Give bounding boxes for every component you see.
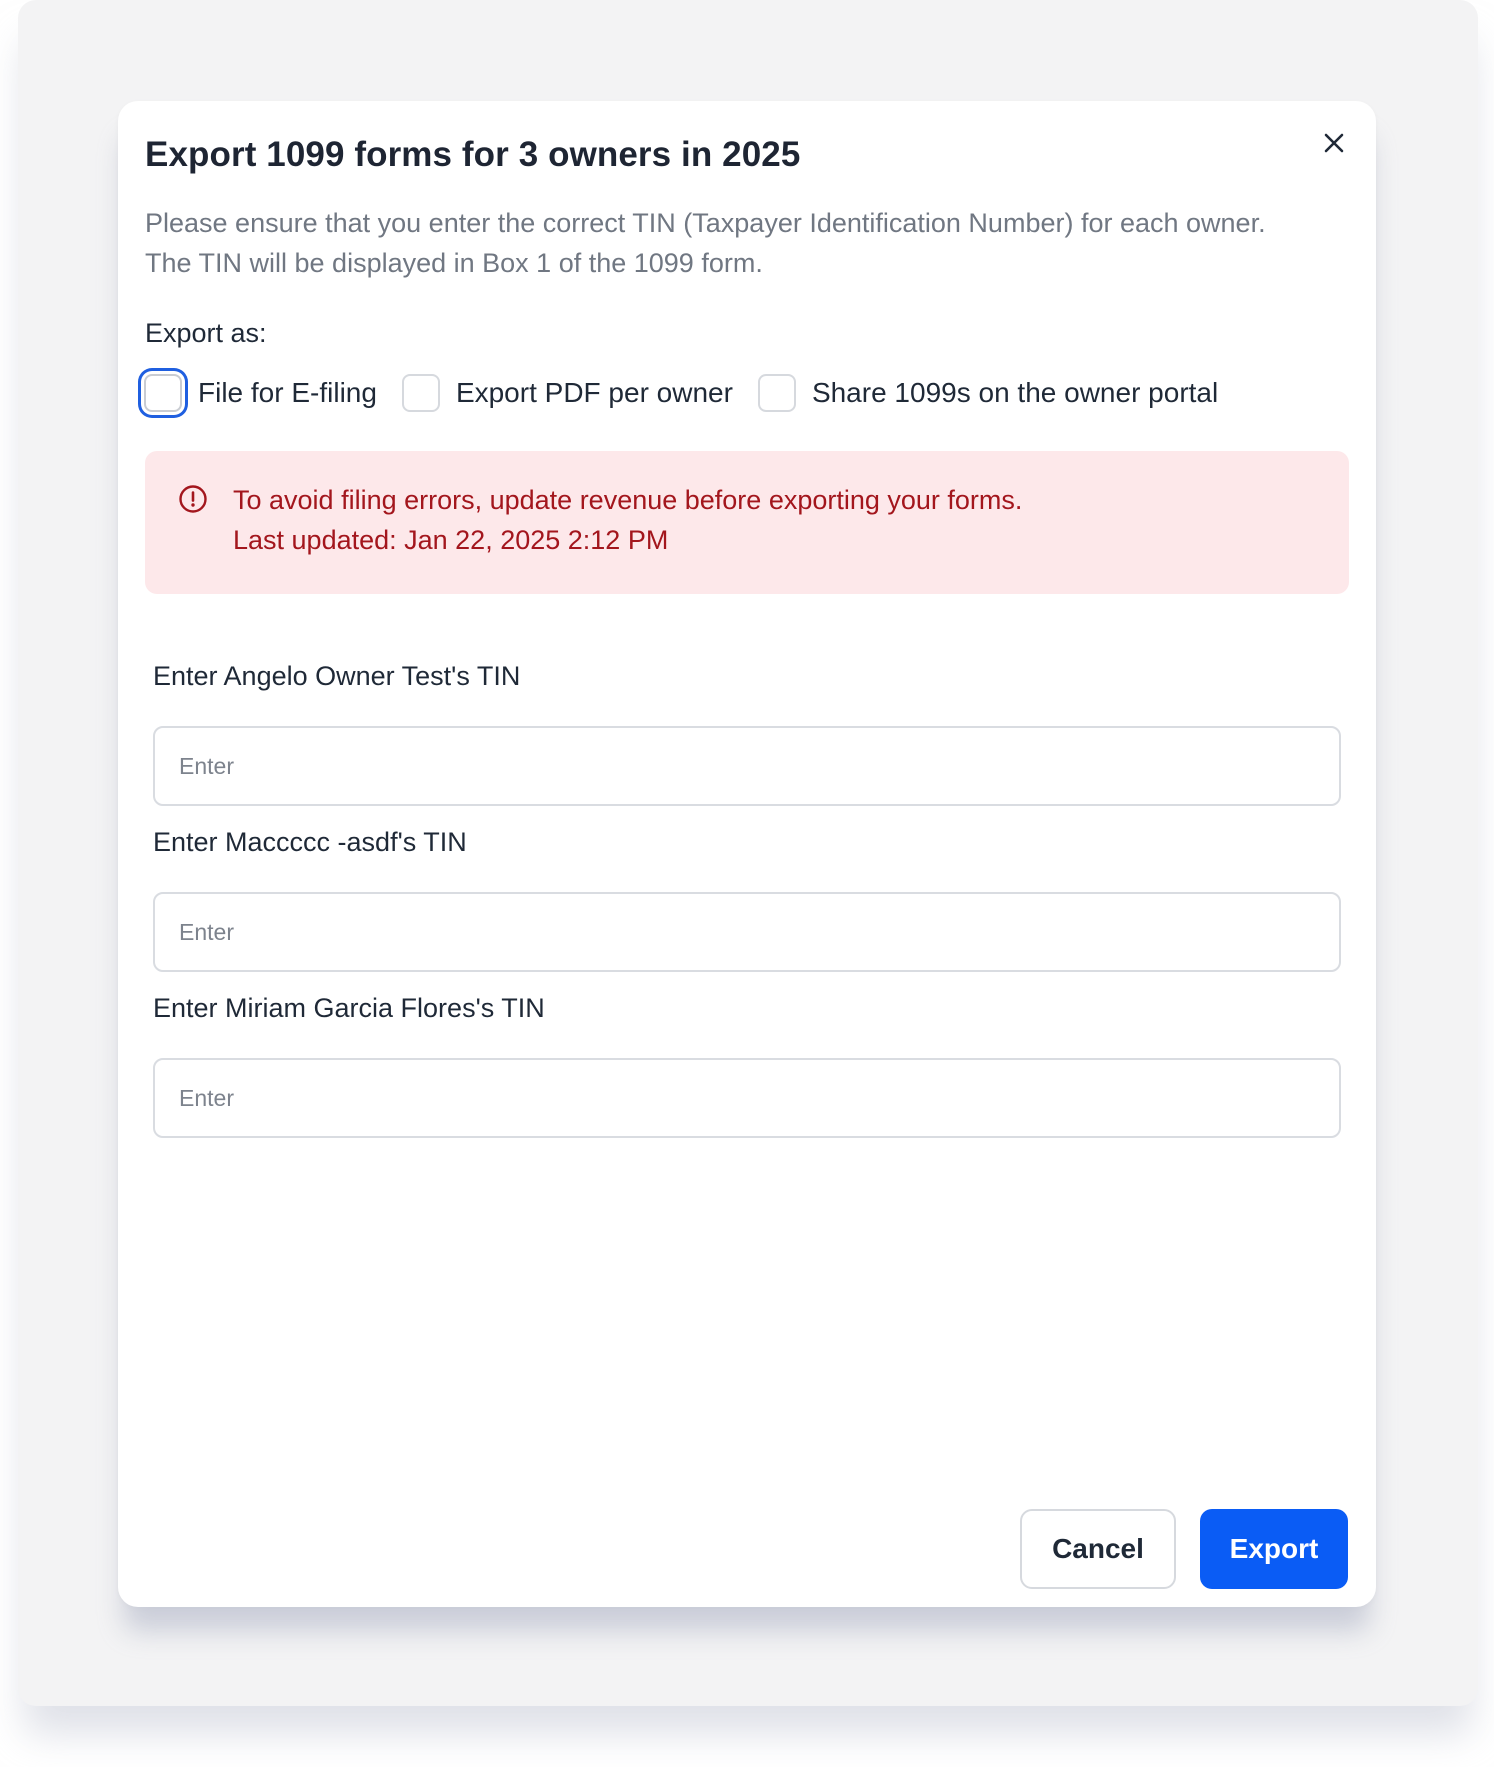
alert-message: To avoid filing errors, update revenue b…	[233, 485, 1023, 515]
alert-text: To avoid filing errors, update revenue b…	[233, 480, 1022, 560]
option-share-on-owner-portal[interactable]: Share 1099s on the owner portal	[757, 374, 1219, 412]
export-options: File for E-filing Export PDF per owner S…	[140, 374, 1243, 412]
share-on-owner-portal-checkbox[interactable]	[757, 374, 796, 412]
option-label: Share 1099s on the owner portal	[811, 377, 1219, 408]
export-1099-dialog: Export 1099 forms for 3 owners in 2025 P…	[118, 101, 1376, 1607]
close-button[interactable]	[1318, 127, 1350, 159]
revenue-warning-alert: To avoid filing errors, update revenue b…	[145, 451, 1349, 594]
option-label: Export PDF per owner	[455, 377, 733, 408]
tin-field-label: Enter Miriam Garcia Flores's TIN	[153, 993, 545, 1023]
dialog-footer: Cancel Export	[1020, 1509, 1348, 1589]
dialog-title: Export 1099 forms for 3 owners in 2025	[145, 135, 801, 174]
dialog-description: Please ensure that you enter the correct…	[145, 208, 1266, 278]
tin-input-maccccc[interactable]	[153, 892, 1341, 972]
file-for-e-filing-checkbox[interactable]	[144, 374, 182, 412]
export-button[interactable]: Export	[1200, 1509, 1348, 1589]
export-as-label: Export as:	[145, 318, 267, 348]
tin-field-label: Enter Maccccc -asdf's TIN	[153, 827, 467, 857]
tin-field-label: Enter Angelo Owner Test's TIN	[153, 661, 521, 691]
tin-field-maccccc: Enter Maccccc -asdf's TIN	[153, 822, 1341, 972]
option-export-pdf-per-owner[interactable]: Export PDF per owner	[401, 374, 733, 412]
option-file-for-e-filing[interactable]: File for E-filing	[140, 374, 377, 412]
option-label: File for E-filing	[198, 377, 377, 408]
tin-field-angelo: Enter Angelo Owner Test's TIN	[153, 656, 1341, 806]
tin-input-angelo[interactable]	[153, 726, 1341, 806]
tin-field-miriam: Enter Miriam Garcia Flores's TIN	[153, 988, 1341, 1138]
close-icon	[1324, 133, 1344, 153]
cancel-button[interactable]: Cancel	[1020, 1509, 1176, 1589]
tin-input-miriam[interactable]	[153, 1058, 1341, 1138]
export-pdf-per-owner-checkbox[interactable]	[401, 374, 440, 412]
alert-last-updated: Last updated: Jan 22, 2025 2:12 PM	[233, 525, 669, 555]
alert-circle-icon	[179, 485, 207, 513]
